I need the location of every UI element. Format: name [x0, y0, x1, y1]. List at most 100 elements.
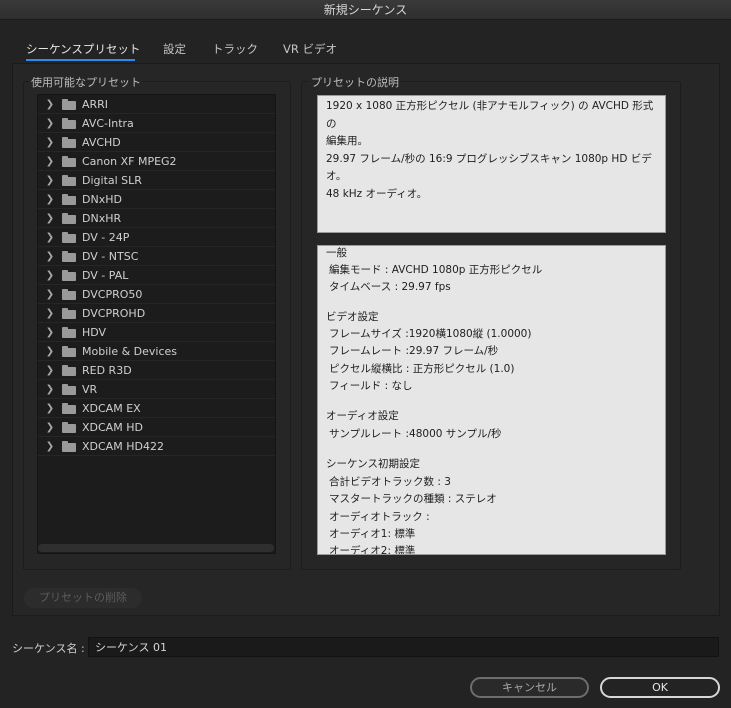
chevron-right-icon[interactable]: ❯ [38, 346, 62, 357]
chevron-right-icon[interactable]: ❯ [38, 232, 62, 243]
chevron-right-icon[interactable]: ❯ [38, 213, 62, 224]
preset-folder-label: XDCAM HD422 [82, 439, 164, 453]
preset-folder-row[interactable]: ❯ Canon XF MPEG2 [38, 152, 275, 171]
preset-folder-label: RED R3D [82, 363, 132, 377]
preset-folder-label: DV - 24P [82, 230, 130, 244]
tab-tracks[interactable]: トラック [212, 41, 258, 57]
chevron-right-icon[interactable]: ❯ [38, 118, 62, 129]
preset-folder-label: DNxHD [82, 192, 122, 206]
preset-folder-label: XDCAM HD [82, 420, 143, 434]
details-line: フレームサイズ :1920横1080縦 (1.0000) [329, 328, 532, 340]
details-line: タイムベース : 29.97 fps [329, 281, 451, 293]
description-line: 48 kHz オーディオ。 [326, 187, 428, 200]
folder-icon [62, 403, 76, 414]
available-presets-title: 使用可能なプリセット [29, 74, 143, 90]
cancel-button[interactable]: キャンセル [470, 677, 589, 698]
folder-icon [62, 156, 76, 167]
details-line: オーディオトラック : [329, 511, 430, 523]
ok-button[interactable]: OK [600, 677, 720, 698]
sequence-name-input[interactable] [88, 637, 719, 657]
folder-icon [62, 213, 76, 224]
chevron-right-icon[interactable]: ❯ [38, 384, 62, 395]
preset-folder-row[interactable]: ❯ XDCAM HD [38, 418, 275, 437]
details-section-heading: ビデオ設定 [326, 311, 379, 323]
folder-icon [62, 422, 76, 433]
details-line: オーディオ1: 標準 [329, 528, 416, 540]
preset-folder-row[interactable]: ❯ DNxHD [38, 190, 275, 209]
folder-icon [62, 308, 76, 319]
folder-icon [62, 99, 76, 110]
preset-tree[interactable]: ❯ ARRI ❯ AVC-Intra ❯ AVCHD ❯ Canon XF MPEG2 ❯ Dig… [37, 94, 276, 554]
folder-icon [62, 194, 76, 205]
details-line: オーディオ2: 標準 [329, 545, 416, 555]
preset-folder-row[interactable]: ❯ Digital SLR [38, 171, 275, 190]
preset-folder-row[interactable]: ❯ DV - 24P [38, 228, 275, 247]
chevron-right-icon[interactable]: ❯ [38, 289, 62, 300]
preset-folder-row[interactable]: ❯ XDCAM EX [38, 399, 275, 418]
preset-folder-row[interactable]: ❯ AVC-Intra [38, 114, 275, 133]
preset-folder-row[interactable]: ❯ DVCPRO50 [38, 285, 275, 304]
preset-folder-label: Mobile & Devices [82, 344, 178, 358]
horizontal-scrollbar[interactable] [38, 544, 274, 552]
preset-description-text: 1920 x 1080 正方形ピクセル (非アナモルフィック) の AVCHD … [317, 95, 666, 233]
preset-folder-label: HDV [82, 325, 107, 339]
tab-settings[interactable]: 設定 [163, 41, 186, 57]
preset-folder-row[interactable]: ❯ XDCAM HD422 [38, 437, 275, 456]
chevron-right-icon[interactable]: ❯ [38, 156, 62, 167]
active-tab-indicator [26, 59, 135, 61]
details-line: フィールド : なし [329, 380, 413, 392]
preset-folder-label: ARRI [82, 97, 109, 111]
preset-folder-row[interactable]: ❯ DNxHR [38, 209, 275, 228]
preset-folder-row[interactable]: ❯ VR [38, 380, 275, 399]
tab-sequence-presets[interactable]: シーケンスプリセット [26, 41, 140, 57]
chevron-right-icon[interactable]: ❯ [38, 327, 62, 338]
chevron-right-icon[interactable]: ❯ [38, 194, 62, 205]
details-section-heading: オーディオ設定 [326, 410, 399, 422]
preset-description-title: プリセットの説明 [309, 74, 401, 90]
preset-folder-label: VR [82, 382, 98, 396]
preset-folder-label: DV - PAL [82, 268, 129, 282]
preset-folder-row[interactable]: ❯ RED R3D [38, 361, 275, 380]
folder-icon [62, 118, 76, 129]
preset-folder-row[interactable]: ❯ DV - PAL [38, 266, 275, 285]
preset-folder-label: AVCHD [82, 135, 121, 149]
sequence-name-label: シーケンス名 : [12, 642, 85, 655]
details-line: ピクセル縦横比 : 正方形ピクセル (1.0) [329, 363, 515, 375]
chevron-right-icon[interactable]: ❯ [38, 365, 62, 376]
preset-folder-label: Canon XF MPEG2 [82, 154, 177, 168]
details-section-heading: シーケンス初期設定 [326, 458, 420, 470]
preset-folder-row[interactable]: ❯ DVCPROHD [38, 304, 275, 323]
preset-folder-row[interactable]: ❯ ARRI [38, 95, 275, 114]
window-title: 新規シーケンス [0, 0, 731, 20]
chevron-right-icon[interactable]: ❯ [38, 251, 62, 262]
folder-icon [62, 441, 76, 452]
tab-vr-video[interactable]: VR ビデオ [283, 41, 337, 57]
chevron-right-icon[interactable]: ❯ [38, 403, 62, 414]
preset-details-text[interactable]: 一般 編集モード : AVCHD 1080p 正方形ピクセル タイムベース : 29… [317, 245, 666, 555]
chevron-right-icon[interactable]: ❯ [38, 308, 62, 319]
preset-folder-row[interactable]: ❯ HDV [38, 323, 275, 342]
preset-folder-label: DVCPRO50 [82, 287, 143, 301]
folder-icon [62, 346, 76, 357]
delete-preset-button[interactable]: プリセットの削除 [24, 588, 142, 608]
folder-icon [62, 175, 76, 186]
preset-folder-row[interactable]: ❯ AVCHD [38, 133, 275, 152]
details-line: 編集モード : AVCHD 1080p 正方形ピクセル [329, 264, 543, 276]
chevron-right-icon[interactable]: ❯ [38, 175, 62, 186]
preset-folder-label: AVC-Intra [82, 116, 134, 130]
folder-icon [62, 251, 76, 262]
chevron-right-icon[interactable]: ❯ [38, 270, 62, 281]
description-line: 1920 x 1080 正方形ピクセル (非アナモルフィック) の AVCHD … [326, 100, 654, 130]
chevron-right-icon[interactable]: ❯ [38, 441, 62, 452]
preset-folder-row[interactable]: ❯ DV - NTSC [38, 247, 275, 266]
folder-icon [62, 384, 76, 395]
preset-folder-row[interactable]: ❯ Mobile & Devices [38, 342, 275, 361]
details-line: 合計ビデオトラック数 : 3 [329, 476, 451, 488]
details-line: フレームレート :29.97 フレーム/秒 [329, 345, 499, 357]
description-line: オ。 [326, 170, 347, 182]
folder-icon [62, 289, 76, 300]
folder-icon [62, 270, 76, 281]
chevron-right-icon[interactable]: ❯ [38, 99, 62, 110]
chevron-right-icon[interactable]: ❯ [38, 422, 62, 433]
chevron-right-icon[interactable]: ❯ [38, 137, 62, 148]
